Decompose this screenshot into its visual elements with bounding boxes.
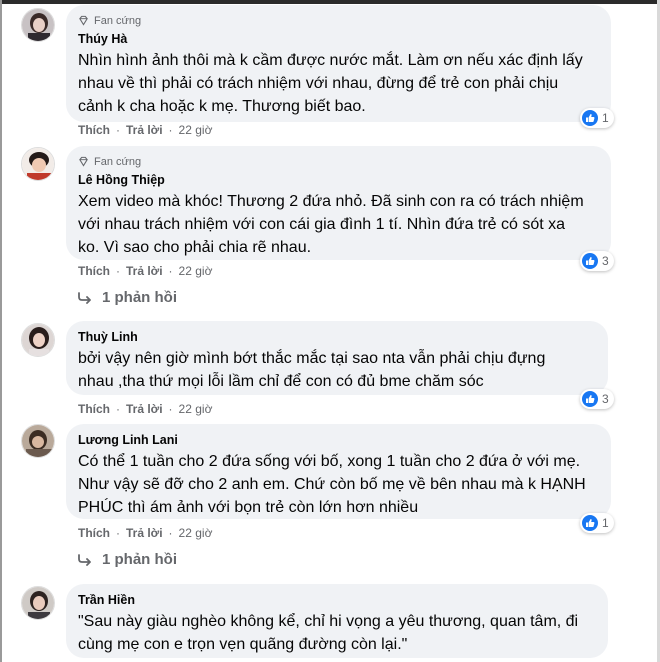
like-icon xyxy=(582,253,598,269)
comment-author[interactable]: Lê Hồng Thiệp xyxy=(78,172,599,188)
comment-line: PHÚC thì ám ảnh với bọn trẻ còn lớn hơn … xyxy=(78,499,419,516)
comment-line: cùng mẹ con e trọn vẹn quãng đường còn l… xyxy=(78,636,408,653)
comment-line: nhau về thì phải có trách nhiệm với nhau… xyxy=(78,75,559,92)
like-button[interactable]: Thích xyxy=(78,402,110,416)
comment-line: nhau ,tha thứ mọi lỗi lầm chỉ để con có … xyxy=(78,373,484,390)
reaction-count[interactable]: 3 xyxy=(580,389,614,409)
timestamp[interactable]: 22 giờ xyxy=(179,526,213,540)
badge-label: Fan cứng xyxy=(94,155,142,168)
diamond-icon xyxy=(79,156,88,167)
separator: · xyxy=(116,526,120,540)
comment-section: Fan cứng Thúy Hà Nhìn hình ảnh thôi mà k… xyxy=(0,0,660,662)
timestamp[interactable]: 22 giờ xyxy=(179,264,213,278)
reaction-count[interactable]: 3 xyxy=(580,251,614,271)
separator: · xyxy=(168,264,173,278)
comment-text: Xem video mà khóc! Thương 2 đứa nhỏ. Đã … xyxy=(78,190,599,259)
avatar[interactable] xyxy=(21,323,55,357)
comment-actions: Thích · Trả lời · 22 giờ xyxy=(78,526,212,540)
reply-button[interactable]: Trả lời xyxy=(126,402,163,416)
fan-badge: Fan cứng xyxy=(78,154,599,169)
separator: · xyxy=(168,402,173,416)
avatar[interactable] xyxy=(21,424,55,458)
badge-label: Fan cứng xyxy=(94,14,142,27)
comment-bubble: Fan cứng Thúy Hà Nhìn hình ảnh thôi mà k… xyxy=(66,5,611,122)
comment-bubble: Fan cứng Lê Hồng Thiệp Xem video mà khóc… xyxy=(66,146,611,260)
comment-line: cảnh k cha hoặc k mẹ. Thương biết bao. xyxy=(78,98,366,115)
comment-actions: Thích · Trả lời · 22 giờ xyxy=(78,123,212,137)
like-icon xyxy=(582,391,598,407)
diamond-icon xyxy=(79,15,88,26)
comment-bubble: Lương Linh Lani Có thể 1 tuần cho 2 đứa … xyxy=(66,424,611,519)
separator: · xyxy=(168,123,173,137)
reaction-number: 3 xyxy=(602,392,609,406)
avatar[interactable] xyxy=(21,147,55,181)
like-button[interactable]: Thích xyxy=(78,123,110,137)
reaction-count[interactable]: 1 xyxy=(580,108,614,128)
comment-author[interactable]: Thúy Hà xyxy=(78,31,599,47)
like-icon xyxy=(582,110,598,126)
view-replies-link[interactable]: 1 phản hồi xyxy=(78,551,177,568)
comment-bubble: Trần Hiền "Sau này giàu nghèo không kể, … xyxy=(66,584,608,658)
fan-badge: Fan cứng xyxy=(78,13,599,28)
left-edge xyxy=(0,0,2,662)
separator: · xyxy=(116,123,120,137)
comment-bubble: Thuỳ Linh bởi vậy nên giờ mình bớt thắc … xyxy=(66,321,608,395)
top-edge xyxy=(0,0,660,4)
reaction-number: 1 xyxy=(602,111,609,125)
reply-button[interactable]: Trả lời xyxy=(126,526,163,540)
comment-line: Nhìn hình ảnh thôi mà k cầm được nước mắ… xyxy=(78,52,583,69)
reaction-number: 1 xyxy=(602,516,609,530)
like-icon xyxy=(582,515,598,531)
comment-text: bởi vậy nên giờ mình bớt thắc mắc tại sa… xyxy=(78,347,596,393)
comment-text: Có thể 1 tuần cho 2 đứa sống với bố, xon… xyxy=(78,450,599,519)
like-button[interactable]: Thích xyxy=(78,264,110,278)
comment-line: "Sau này giàu nghèo không kể, chỉ hi vọn… xyxy=(78,613,579,630)
separator: · xyxy=(116,402,120,416)
reply-button[interactable]: Trả lời xyxy=(126,264,163,278)
timestamp[interactable]: 22 giờ xyxy=(179,402,213,416)
separator: · xyxy=(168,526,173,540)
avatar[interactable] xyxy=(21,8,55,42)
reaction-count[interactable]: 1 xyxy=(580,513,614,533)
comment-author[interactable]: Thuỳ Linh xyxy=(78,329,596,345)
separator: · xyxy=(116,264,120,278)
comment-line: với nhau trách nhiệm với con cái gia đìn… xyxy=(78,216,566,233)
comment-author[interactable]: Lương Linh Lani xyxy=(78,432,599,448)
comment-author[interactable]: Trần Hiền xyxy=(78,592,596,608)
replies-label: 1 phản hồi xyxy=(102,551,177,568)
view-replies-link[interactable]: 1 phản hồi xyxy=(78,289,177,306)
comment-text: "Sau này giàu nghèo không kể, chỉ hi vọn… xyxy=(78,610,596,656)
avatar[interactable] xyxy=(21,586,55,620)
comment-actions: Thích · Trả lời · 22 giờ xyxy=(78,264,212,278)
like-button[interactable]: Thích xyxy=(78,526,110,540)
comment-line: ko. Vì sao cho phải chia rẽ nhau. xyxy=(78,239,312,256)
reply-button[interactable]: Trả lời xyxy=(126,123,163,137)
reaction-number: 3 xyxy=(602,254,609,268)
comment-line: Có thể 1 tuần cho 2 đứa sống với bố, xon… xyxy=(78,453,581,470)
comment-actions: Thích · Trả lời · 22 giờ xyxy=(78,402,212,416)
reply-arrow-icon xyxy=(78,291,91,304)
replies-label: 1 phản hồi xyxy=(102,289,177,306)
comment-line: Như vậy sẽ đỡ cho 2 anh em. Chứ còn bố m… xyxy=(78,476,586,493)
comment-line: bởi vậy nên giờ mình bớt thắc mắc tại sa… xyxy=(78,350,546,367)
reply-arrow-icon xyxy=(78,553,91,566)
comment-line: Xem video mà khóc! Thương 2 đứa nhỏ. Đã … xyxy=(78,193,584,210)
timestamp[interactable]: 22 giờ xyxy=(179,123,213,137)
comment-text: Nhìn hình ảnh thôi mà k cầm được nước mắ… xyxy=(78,49,599,118)
